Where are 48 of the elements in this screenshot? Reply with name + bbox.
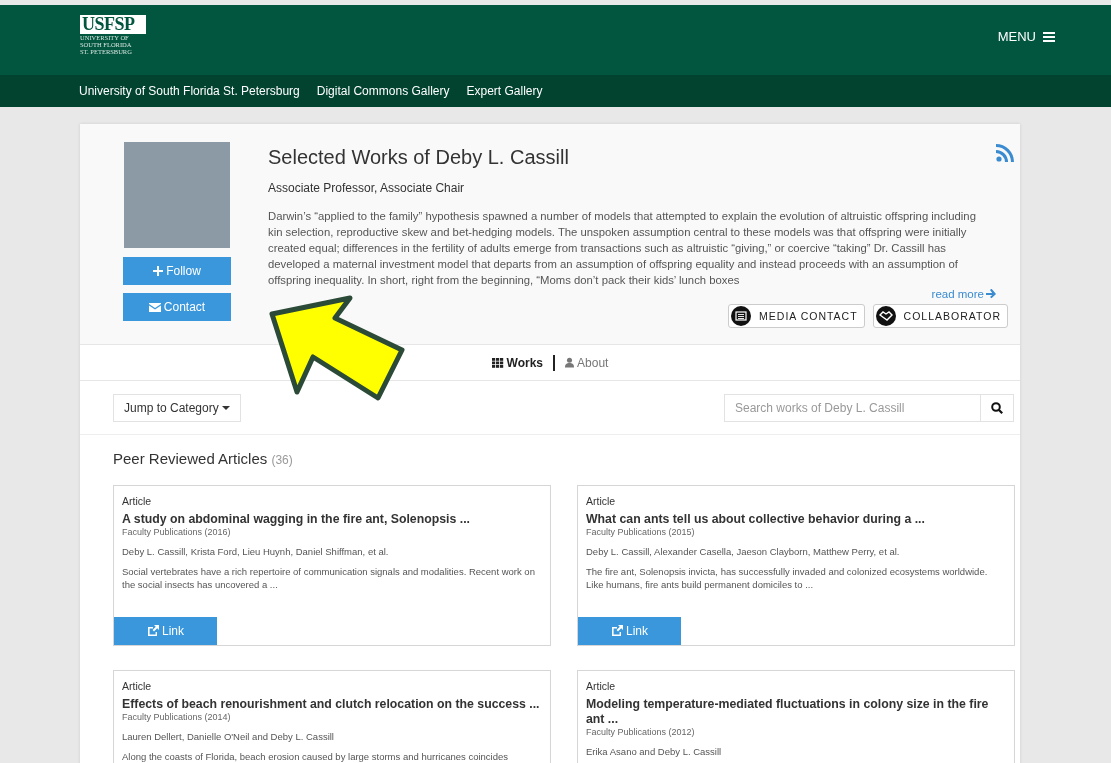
newspaper-icon: [731, 306, 752, 326]
tab[interactable]: Works: [491, 355, 544, 370]
menu-button[interactable]: MENU: [997, 29, 1055, 44]
external-link-icon: [147, 625, 159, 637]
nav-link[interactable]: Digital Commons Gallery: [316, 84, 450, 98]
work-title[interactable]: A study on abdominal wagging in the fire ant, Solenopsis ...: [122, 512, 542, 527]
work-source: Faculty Publications (2016): [122, 527, 232, 537]
arrow-icon: [986, 289, 996, 299]
read-more-link[interactable]: read more: [931, 288, 996, 300]
work-title[interactable]: Modeling temperature-mediated fluctuations in colony size in the fire ant ...: [586, 697, 1006, 727]
nav-link[interactable]: University of South Florida St. Petersburg: [79, 84, 300, 98]
search-field[interactable]: Search works of Deby L. Cassill: [724, 393, 980, 422]
tab[interactable]: About: [565, 355, 609, 370]
position-text: Associate Professor, Associate Chair: [268, 181, 466, 195]
search-button[interactable]: [980, 393, 1014, 422]
work-source: Faculty Publications (2012): [586, 727, 696, 737]
work-source: Faculty Publications (2015): [586, 527, 696, 537]
caret-icon: [221, 405, 230, 410]
work-abstract: The fire ant, Solenopsis invicta, has successfully invaded and colonized ecosystems worldwide. Like humans, fire ants build permanent domiciles to ...: [586, 565, 989, 591]
section-title: Peer Reviewed Articles: [113, 450, 268, 467]
item-count: (36): [271, 453, 293, 467]
work-abstract: Along the coasts of Florida, beach erosion caused by large storms and hurricanes coincides: [122, 750, 510, 763]
work-authors: Deby L. Cassill, Alexander Casella, Jaeson Clayborn, Matthew Perry, et al.: [586, 546, 901, 557]
work-authors: Deby L. Cassill, Krista Ford, Lieu Huynh, Daniel Shiffman, et al.: [122, 546, 390, 557]
external-link-icon: [611, 625, 623, 637]
expertise-badge[interactable]: MEDIA CONTACT: [728, 304, 865, 328]
work-type: Article: [122, 495, 153, 507]
grid-icon: [491, 357, 504, 368]
search-icon: [991, 401, 1003, 414]
work-type: Article: [586, 680, 617, 692]
work-title[interactable]: Effects of beach renourishment and clutch relocation on the success ...: [122, 697, 542, 712]
work-source: Faculty Publications (2014): [122, 712, 232, 722]
plus-icon: [153, 266, 164, 276]
biography-text: Darwin’s “applied to the family” hypothesis spawned a number of models that attempted to explain the evolution of altruistic offspring including kin selection, reproductive skew and bet-hedging models. The unspoken assumption central to these models was that offspring were initially created equal; differences in the fertility of adults emerge from transactions such as altruistic “giving,” or coercive “taking” Dr. Cassill has developed a maternal investment model that departs from an assumption of offspring equality and instead proceeds with an assumption of offspring inequality. In short, right from the beginning, “Moms don’t pack their kids’ lunch boxes: [268, 209, 977, 288]
jump-to-category-dropdown[interactable]: Jump to Category: [113, 393, 241, 422]
work-title[interactable]: What can ants tell us about collective behavior during a ...: [586, 512, 1006, 527]
work-authors: Lauren Dellert, Danielle O'Neil and Deby L. Cassill: [122, 731, 335, 742]
menu-icon: [1043, 31, 1055, 42]
user-icon: [565, 357, 575, 368]
work-type: Article: [586, 495, 617, 507]
work-authors: Erika Asano and Deby L. Cassill: [586, 746, 723, 757]
profile-title: Selected Works of Deby L. Cassill: [268, 145, 569, 169]
expertise-badge[interactable]: COLLABORATOR: [872, 304, 1008, 328]
nav-link[interactable]: Expert Gallery: [466, 84, 543, 98]
rss-icon[interactable]: [996, 144, 1014, 162]
work-type: Article: [122, 680, 153, 692]
envelope-icon: [148, 302, 161, 312]
work-abstract: Social vertebrates have a rich repertoire of communication signals and modalities. Recent work on the social insects has uncovered a ...: [122, 565, 536, 591]
